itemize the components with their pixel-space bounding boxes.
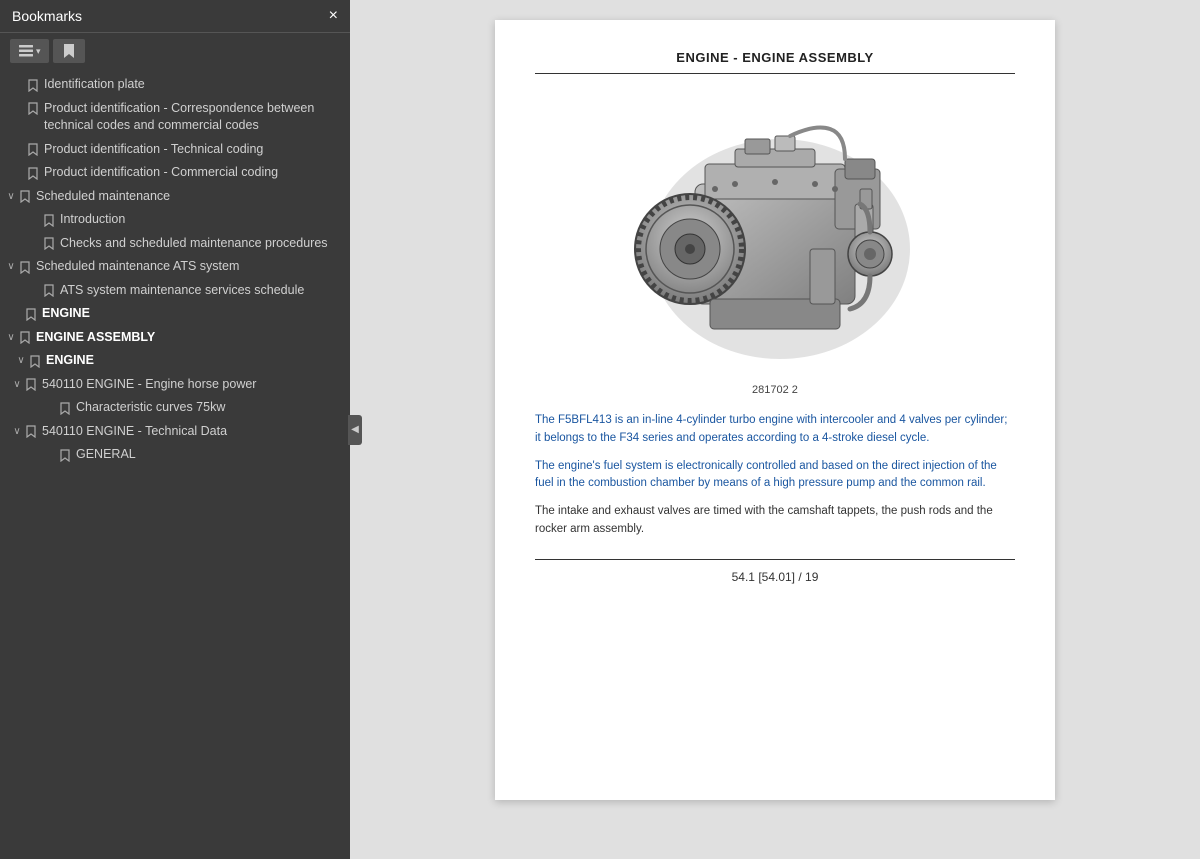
sidebar-header: Bookmarks × xyxy=(0,0,350,33)
bookmark-label: Introduction xyxy=(56,211,342,229)
bookmark-item[interactable]: GENERAL xyxy=(0,443,350,467)
bookmark-icon xyxy=(42,213,56,228)
bookmark-item[interactable]: Introduction xyxy=(0,208,350,232)
bookmark-label: Product identification - Commercial codi… xyxy=(40,164,342,182)
chevron-icon: ∨ xyxy=(4,190,18,204)
bookmark-item[interactable]: Product identification - Technical codin… xyxy=(0,138,350,162)
page-wrapper: ENGINE - ENGINE ASSEMBLY xyxy=(350,0,1200,859)
bookmark-icon xyxy=(26,102,40,117)
bookmark-icon xyxy=(58,401,72,416)
bookmark-icon xyxy=(42,284,56,299)
chevron-icon: ∨ xyxy=(4,260,18,274)
bookmark-label: Product identification - Technical codin… xyxy=(40,141,342,159)
sidebar-close-button[interactable]: × xyxy=(329,8,338,24)
bookmark-label: Scheduled maintenance ATS system xyxy=(32,258,342,276)
bookmark-view-button[interactable] xyxy=(53,39,85,63)
collapse-panel-button[interactable]: ◀ xyxy=(348,415,362,445)
bookmark-icon xyxy=(18,190,32,205)
bookmark-label: Product identification - Correspondence … xyxy=(40,100,342,135)
chevron-icon: ∨ xyxy=(10,425,24,439)
chevron-icon: ∨ xyxy=(14,354,28,368)
sidebar-panel: Bookmarks × ▾ Identification plate Produ… xyxy=(0,0,350,859)
bookmark-item[interactable]: ∨ ENGINE ASSEMBLY xyxy=(0,326,350,350)
bookmark-icon xyxy=(58,448,72,463)
bookmark-icon-toolbar xyxy=(61,43,77,59)
document-paragraphs: The F5BFL413 is an in-line 4-cylinder tu… xyxy=(535,412,1015,539)
bookmark-item[interactable]: Product identification - Correspondence … xyxy=(0,97,350,138)
document-page: ENGINE - ENGINE ASSEMBLY xyxy=(495,20,1055,800)
bookmark-icon xyxy=(28,354,42,369)
paragraph-text-blue: The engine's fuel system is electronical… xyxy=(535,460,997,490)
bookmark-label: 540110 ENGINE - Technical Data xyxy=(38,423,342,441)
chevron-icon: ∨ xyxy=(10,378,24,392)
bookmark-icon xyxy=(24,378,38,393)
bookmark-icon xyxy=(26,78,40,93)
page-footer: 54.1 [54.01] / 19 xyxy=(535,559,1015,584)
paragraph-text-blue: The F5BFL413 is an in-line 4-cylinder tu… xyxy=(535,414,1007,444)
document-paragraph: The F5BFL413 is an in-line 4-cylinder tu… xyxy=(535,412,1015,448)
bookmark-label: Identification plate xyxy=(40,76,342,94)
page-title: ENGINE - ENGINE ASSEMBLY xyxy=(535,50,1015,74)
list-view-button[interactable]: ▾ xyxy=(10,39,49,63)
document-paragraph: The intake and exhaust valves are timed … xyxy=(535,503,1015,539)
bookmark-label: ENGINE xyxy=(38,305,342,323)
engine-image-container xyxy=(535,94,1015,374)
bookmark-label: GENERAL xyxy=(72,446,342,464)
document-paragraph: The engine's fuel system is electronical… xyxy=(535,458,1015,494)
bookmark-item[interactable]: ∨ 540110 ENGINE - Technical Data xyxy=(0,420,350,444)
bookmark-tree: Identification plate Product identificat… xyxy=(0,69,350,859)
sidebar-title: Bookmarks xyxy=(12,8,82,24)
bookmark-label: Scheduled maintenance xyxy=(32,188,342,206)
bookmark-item[interactable]: Checks and scheduled maintenance procedu… xyxy=(0,232,350,256)
bookmark-item[interactable]: ENGINE xyxy=(0,302,350,326)
main-content-area: ENGINE - ENGINE ASSEMBLY xyxy=(350,0,1200,859)
image-caption: 281702 2 xyxy=(535,384,1015,396)
bookmark-icon xyxy=(26,166,40,181)
bookmark-label: ENGINE xyxy=(42,352,342,370)
bookmark-label: Checks and scheduled maintenance procedu… xyxy=(56,235,342,253)
bookmark-label: Characteristic curves 75kw xyxy=(72,399,342,417)
bookmark-icon xyxy=(18,331,32,346)
list-icon xyxy=(18,43,34,59)
bookmark-label: ATS system maintenance services schedule xyxy=(56,282,342,300)
bookmark-item[interactable]: ∨ Scheduled maintenance ATS system xyxy=(0,255,350,279)
bookmark-item[interactable]: ATS system maintenance services schedule xyxy=(0,279,350,303)
bookmark-icon xyxy=(18,260,32,275)
bookmark-item[interactable]: ∨ ENGINE xyxy=(0,349,350,373)
chevron-icon: ∨ xyxy=(4,331,18,345)
bookmark-label: 540110 ENGINE - Engine horse power xyxy=(38,376,342,394)
bookmark-icon xyxy=(24,307,38,322)
chevron-down-icon: ▾ xyxy=(36,46,41,57)
bookmark-item[interactable]: Product identification - Commercial codi… xyxy=(0,161,350,185)
bookmark-item[interactable]: ∨ Scheduled maintenance xyxy=(0,185,350,209)
bookmark-icon xyxy=(42,237,56,252)
bookmark-item[interactable]: ∨ 540110 ENGINE - Engine horse power xyxy=(0,373,350,397)
bookmark-item[interactable]: Characteristic curves 75kw xyxy=(0,396,350,420)
engine-illustration xyxy=(615,94,935,374)
bookmark-icon xyxy=(26,143,40,158)
sidebar-toolbar: ▾ xyxy=(0,33,350,69)
bookmark-item[interactable]: Identification plate xyxy=(0,73,350,97)
bookmark-label: ENGINE ASSEMBLY xyxy=(32,329,342,347)
bookmark-icon xyxy=(24,425,38,440)
